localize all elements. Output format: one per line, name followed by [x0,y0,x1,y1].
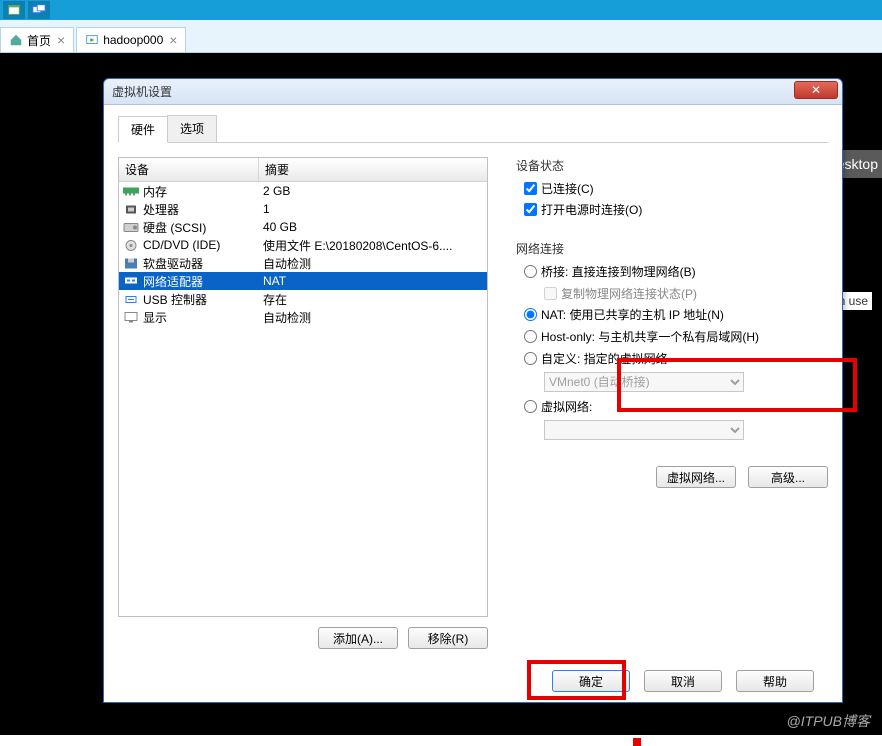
dialog-tabs: 硬件 选项 [118,115,828,143]
tab-hardware[interactable]: 硬件 [118,116,168,143]
tab-home[interactable]: 首页 × [0,27,74,52]
device-settings-pane: 设备状态 已连接(C) 打开电源时连接(O) 网络连接 桥接: 直接连接到物理网… [488,157,828,660]
hardware-table: 设备 摘要 内存 2 GB 处理器 1 硬盘 (SCSI) 40 GB [118,157,488,617]
vm-settings-dialog: 虚拟机设置 ✕ 硬件 选项 设备 摘要 内存 2 GB [103,78,843,703]
table-row[interactable]: 显示 自动检测 [119,308,487,326]
hardware-pane: 设备 摘要 内存 2 GB 处理器 1 硬盘 (SCSI) 40 GB [118,157,488,660]
remove-button[interactable]: 移除(R) [408,627,488,649]
table-row[interactable]: USB 控制器 存在 [119,290,487,308]
device-state-label: 设备状态 [516,157,828,174]
tab-vm-label: hadoop000 [103,33,163,47]
table-row[interactable]: CD/DVD (IDE) 使用文件 E:\20180208\CentOS-6..… [119,236,487,254]
net-conn-label: 网络连接 [516,240,828,257]
cpu-icon [123,203,139,216]
dialog-footer: 确定 取消 帮助 [118,660,828,692]
radio-virtnet[interactable]: 虚拟网络: [516,398,828,415]
table-row[interactable]: 网络适配器 NAT [119,272,487,290]
advanced-button[interactable]: 高级... [748,466,828,488]
tab-options[interactable]: 选项 [167,115,217,142]
radio-bridged[interactable]: 桥接: 直接连接到物理网络(B) [516,263,828,280]
tab-vm[interactable]: hadoop000 × [76,27,186,52]
close-icon[interactable]: × [57,33,65,47]
dialog-titlebar[interactable]: 虚拟机设置 ✕ [104,79,842,105]
add-button[interactable]: 添加(A)... [318,627,398,649]
floppy-icon [123,257,139,270]
chk-connected[interactable]: 已连接(C) [516,180,828,197]
dialog-title: 虚拟机设置 [112,83,172,100]
watermark: @ITPUB博客 [787,711,870,731]
table-row[interactable]: 硬盘 (SCSI) 40 GB [119,218,487,236]
table-row[interactable]: 内存 2 GB [119,182,487,200]
cancel-button[interactable]: 取消 [644,670,722,692]
col-device: 设备 [119,158,259,181]
table-row[interactable]: 处理器 1 [119,200,487,218]
close-icon[interactable]: × [169,33,177,47]
help-button[interactable]: 帮助 [736,670,814,692]
usb-icon [123,293,139,306]
vmnet-select: VMnet0 (自动桥接) [544,372,744,392]
file-tabs: 首页 × hadoop000 × [0,20,882,53]
memory-icon [123,185,139,198]
vm-icon [85,33,99,47]
chk-connect-poweron[interactable]: 打开电源时连接(O) [516,201,828,218]
virtual-network-button[interactable]: 虚拟网络... [656,466,736,488]
disk-icon [123,221,139,234]
radio-nat[interactable]: NAT: 使用已共享的主机 IP 地址(N) [516,306,828,323]
col-summary: 摘要 [259,158,487,181]
ok-button[interactable]: 确定 [552,670,630,692]
radio-hostonly[interactable]: Host-only: 与主机共享一个私有局域网(H) [516,328,828,345]
virtnet-select [544,420,744,440]
home-icon [9,33,23,47]
radio-custom[interactable]: 自定义: 指定的虚拟网络 [516,350,828,367]
chk-replicate: 复制物理网络连接状态(P) [516,285,828,302]
toolbar-btn-2[interactable] [28,1,50,19]
tab-home-label: 首页 [27,32,51,49]
cd-icon [123,239,139,252]
table-row[interactable]: 软盘驱动器 自动检测 [119,254,487,272]
toolbar-btn-1[interactable] [3,1,25,19]
table-header: 设备 摘要 [119,158,487,182]
close-button[interactable]: ✕ [794,81,838,99]
network-icon [123,275,139,288]
display-icon [123,311,139,324]
top-toolbar [0,0,882,20]
